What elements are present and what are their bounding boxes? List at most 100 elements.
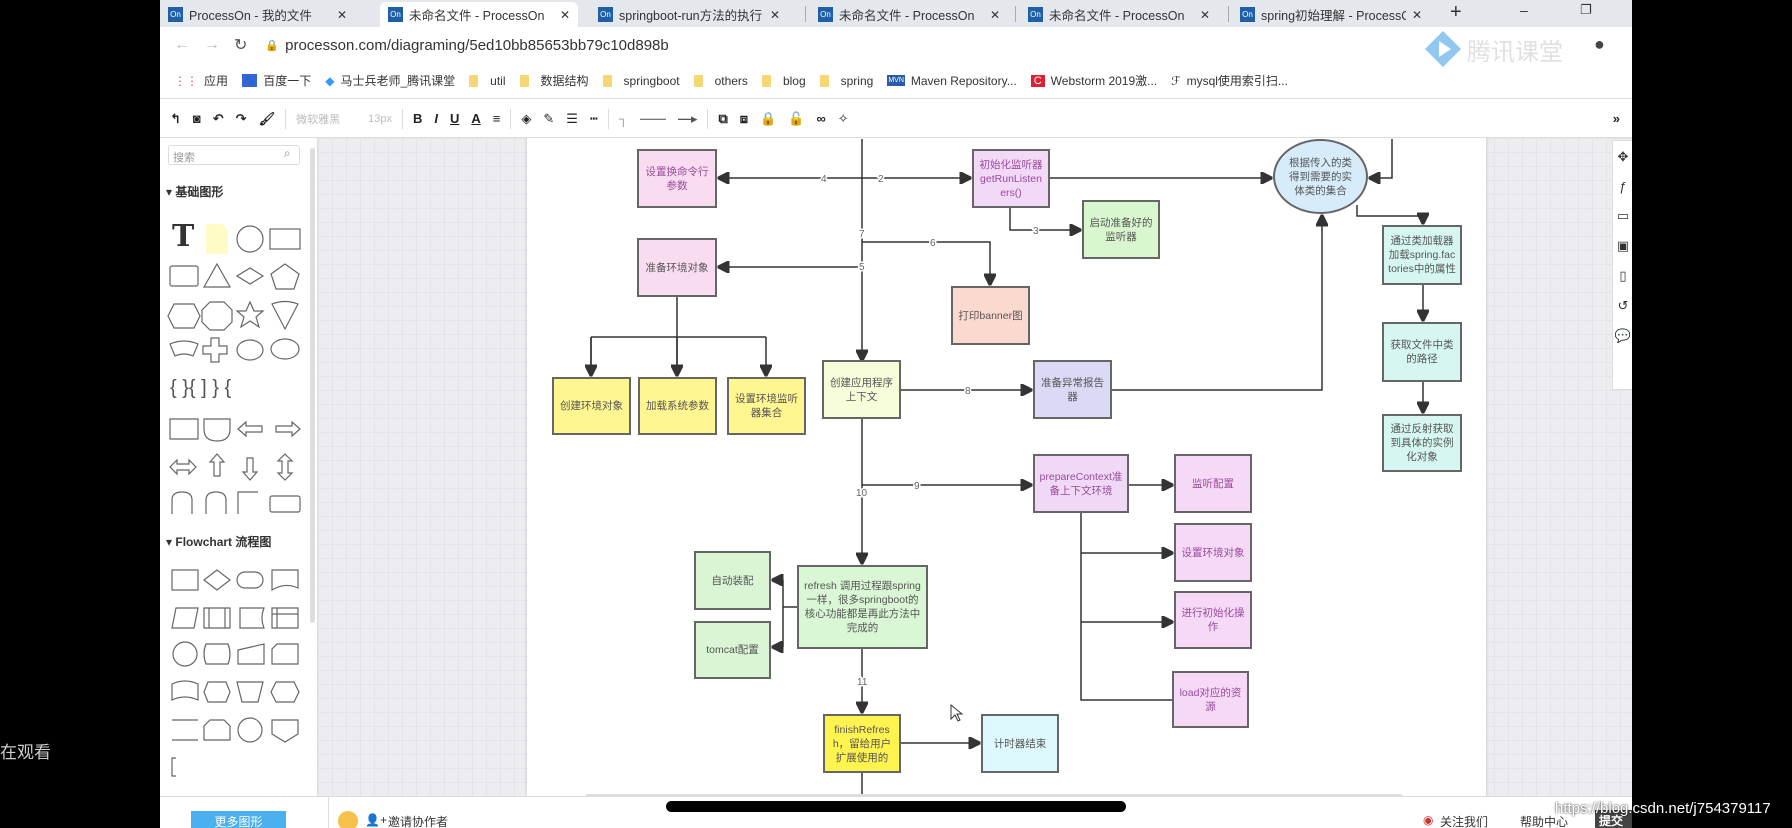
italic-button[interactable]: I <box>434 111 438 126</box>
close-icon[interactable]: ✕ <box>1412 8 1422 22</box>
node-load-system-params[interactable]: 加载系统参数 <box>638 377 717 435</box>
node-refresh[interactable]: refresh 调用过程跟spring一样，很多springboot的核心功能都… <box>797 565 928 649</box>
tab-3[interactable]: On springboot-run方法的执行 ✕ <box>590 2 788 27</box>
avatar[interactable] <box>338 811 358 828</box>
bookmark-apps[interactable]: ⋮⋮ 应用 <box>174 72 228 89</box>
section-flowchart[interactable]: ▾ Flowchart 流程图 <box>166 533 271 550</box>
tab-2[interactable]: On 未命名文件 - ProcessOn ✕ <box>380 2 578 27</box>
history-icon[interactable]: ↺ <box>1618 298 1629 314</box>
navigator-icon[interactable]: ✥ <box>1618 149 1629 165</box>
video-progress-bar[interactable] <box>666 801 1126 812</box>
undo-icon[interactable]: ↶ <box>213 111 224 127</box>
bookmark-webstorm[interactable]: C Webstorm 2019激... <box>1030 72 1157 89</box>
bookmark-spring[interactable]: spring <box>819 74 873 88</box>
node-create-environment[interactable]: 创建环境对象 <box>552 377 631 435</box>
node-create-app-context[interactable]: 创建应用程序上下文 <box>822 360 901 419</box>
bold-button[interactable]: B <box>413 111 422 126</box>
node-prepare-environment[interactable]: 准备环境对象 <box>637 238 717 297</box>
forward-icon[interactable]: → <box>204 36 220 54</box>
profile-icon[interactable]: ● <box>1594 34 1605 55</box>
section-basic-shapes[interactable]: ▾ 基础图形 <box>166 183 223 200</box>
follow-us-link[interactable]: 关注我们 <box>1440 813 1488 828</box>
node-reflect-instantiate[interactable]: 通过反射获取到具体的实例化对象 <box>1382 414 1462 472</box>
sidebar-scrollbar[interactable] <box>310 148 315 623</box>
basic-shapes-grid[interactable]: T { }{ ] } { <box>160 214 318 614</box>
url-input[interactable]: processon.com/diagraming/5ed10bb85653bb7… <box>285 37 669 54</box>
magic-wand-icon[interactable]: ✧ <box>838 111 849 127</box>
tab-4[interactable]: On 未命名文件 - ProcessOn ✕ <box>810 2 1008 27</box>
node-get-class-paths[interactable]: 获取文件中类的路径 <box>1382 322 1462 382</box>
search-icon[interactable]: ⌕ <box>284 146 291 161</box>
send-back-icon[interactable]: ⧈ <box>740 111 748 127</box>
collapse-chevron-icon[interactable]: » <box>1613 111 1620 126</box>
invite-collaborator-button[interactable]: 邀请协作者 <box>388 813 448 828</box>
align-icon[interactable]: ≡ <box>493 111 501 126</box>
reload-icon[interactable]: ↻ <box>234 35 247 55</box>
line-style-icon[interactable]: ┅ <box>590 111 598 127</box>
doc-icon[interactable]: ▯ <box>1619 268 1626 284</box>
diagram-canvas[interactable]: 2 3 4 5 6 7 8 9 10 11 设置换命令行参数 初始化监听器getR… <box>318 138 1632 796</box>
link-icon[interactable]: ∞ <box>816 111 825 126</box>
shape-search-input[interactable]: 搜索 <box>168 145 300 165</box>
underline-button[interactable]: U <box>450 111 459 126</box>
page-icon[interactable]: ▭ <box>1617 208 1629 224</box>
close-icon[interactable]: ✕ <box>990 8 1000 22</box>
node-set-command-args[interactable]: 设置换命令行参数 <box>637 149 717 208</box>
bookmark-util[interactable]: util <box>469 74 506 88</box>
tab-1[interactable]: On ProcessOn - 我的文件 ✕ <box>160 2 355 27</box>
node-entity-collection[interactable]: 根据传入的类得到需要的实体类的集合 <box>1273 139 1368 214</box>
node-classloader-load-factories[interactable]: 通过类加载器加载spring.factories中的属性 <box>1382 225 1462 285</box>
tab-6[interactable]: On spring初始理解 - ProcessOn ✕ <box>1232 2 1430 27</box>
node-listen-config[interactable]: 监听配置 <box>1174 454 1252 513</box>
undo-history-icon[interactable]: ↰ <box>170 111 181 127</box>
formula-icon[interactable]: ƒ <box>1619 179 1626 194</box>
node-load-resources[interactable]: load对应的资源 <box>1172 671 1249 728</box>
node-prepare-context[interactable]: prepareContext准备上下文环境 <box>1033 454 1129 513</box>
node-finish-refresh[interactable]: finishRefresh，留给用户扩展使用的 <box>823 714 901 773</box>
redo-icon[interactable]: ↷ <box>236 111 247 127</box>
close-icon[interactable]: ✕ <box>1200 8 1210 22</box>
bookmark-springboot[interactable]: springboot <box>602 74 680 88</box>
format-painter-icon[interactable]: 🖌 <box>259 111 276 127</box>
arrow-style-icon[interactable]: —▸ <box>678 111 698 127</box>
bookmark-data-structure[interactable]: 数据结构 <box>519 72 589 89</box>
bookmark-mysql[interactable]: ℱmysql使用索引扫... <box>1171 72 1288 89</box>
maximize-button[interactable]: ❐ <box>1580 2 1592 18</box>
close-icon[interactable]: ✕ <box>770 8 780 22</box>
format-icon[interactable]: ◙ <box>193 111 201 126</box>
more-shapes-button[interactable]: 更多图形 <box>191 811 286 828</box>
fill-color-icon[interactable]: ◈ <box>521 111 531 127</box>
bookmark-blog[interactable]: blog <box>761 74 806 88</box>
node-set-env-listeners[interactable]: 设置环境监听器集合 <box>727 377 806 435</box>
comment-icon[interactable]: 💬 <box>1615 328 1631 344</box>
node-print-banner[interactable]: 打印banner图 <box>951 286 1030 345</box>
font-color-button[interactable]: A <box>471 111 480 126</box>
font-family-select[interactable]: 微软雅黑 <box>296 111 356 127</box>
close-icon[interactable]: ✕ <box>337 8 347 22</box>
unlock-icon[interactable]: 🔓 <box>788 111 804 127</box>
flowchart-shapes-grid[interactable] <box>160 564 318 804</box>
node-prepare-exception-reporter[interactable]: 准备异常报告器 <box>1033 360 1112 419</box>
bookmark-baidu[interactable]: 🐾 百度一下 <box>242 72 311 89</box>
node-do-initialization[interactable]: 进行初始化操作 <box>1174 591 1252 649</box>
back-icon[interactable]: ← <box>174 36 190 54</box>
line-color-icon[interactable]: ✎ <box>543 111 554 127</box>
new-tab-button[interactable]: + <box>1450 1 1462 24</box>
bookmark-maven[interactable]: MVN Maven Repository... <box>887 74 1017 88</box>
close-icon[interactable]: ✕ <box>560 8 570 22</box>
minimize-button[interactable]: – <box>1520 2 1528 18</box>
lock-icon[interactable]: 🔒 <box>760 111 776 127</box>
connector-icon[interactable]: ┐ <box>619 111 628 126</box>
tab-5[interactable]: On 未命名文件 - ProcessOn ✕ <box>1020 2 1218 27</box>
node-timer-end[interactable]: 计时器结束 <box>981 714 1059 773</box>
line-type-icon[interactable]: —— <box>640 111 666 126</box>
node-auto-configure[interactable]: 自动装配 <box>694 551 771 610</box>
bookmark-tencent[interactable]: ◆ 马士兵老师_腾讯课堂 <box>325 72 455 89</box>
node-tomcat-config[interactable]: tomcat配置 <box>694 621 771 679</box>
node-set-environment[interactable]: 设置环境对象 <box>1174 523 1252 582</box>
bookmark-others[interactable]: others <box>693 74 748 88</box>
node-init-listeners[interactable]: 初始化监听器getRunListeners() <box>972 149 1050 208</box>
node-start-listeners[interactable]: 启动准备好的监听器 <box>1082 200 1160 259</box>
line-width-icon[interactable]: ☰ <box>566 111 578 127</box>
bring-front-icon[interactable]: ⧉ <box>718 111 727 127</box>
